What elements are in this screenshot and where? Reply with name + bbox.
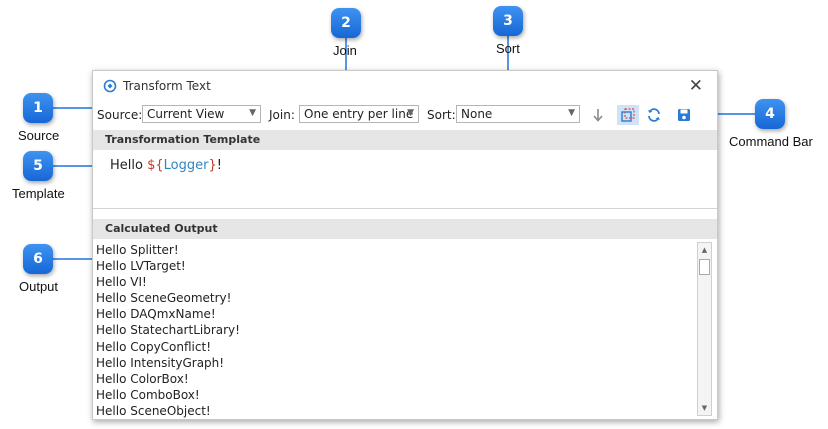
callout-3-label: Sort — [496, 41, 520, 56]
sort-label: Sort: — [427, 108, 456, 122]
output-line: Hello VI! — [96, 275, 147, 290]
output-line: Hello DAQmxName! — [96, 307, 216, 322]
select-button[interactable] — [617, 105, 639, 125]
chevron-down-icon: ▼ — [407, 108, 414, 118]
select-icon — [621, 108, 635, 122]
refresh-icon — [648, 108, 660, 122]
output-line: Hello StatechartLibrary! — [96, 323, 240, 338]
callout-6-label: Output — [19, 279, 59, 294]
callout-4-badge: 4 — [755, 99, 785, 129]
callout-2-label: Join — [333, 43, 357, 58]
output-line: Hello ComboBox! — [96, 387, 200, 402]
callout-1-badge: 1 — [23, 93, 53, 123]
output-list: Hello Splitter! Hello LVTarget! Hello VI! H… — [96, 242, 240, 419]
transform-app-icon — [103, 79, 117, 93]
template-text: Hello ${Logger}! — [110, 158, 222, 173]
sort-value: None — [461, 107, 493, 121]
template-prefix: Hello — [110, 158, 148, 173]
output-box[interactable]: Hello Splitter! Hello LVTarget! Hello VI! H… — [93, 240, 717, 419]
callout-5-label: Template — [12, 186, 65, 201]
sort-direction-icon — [593, 109, 603, 122]
save-button[interactable] — [673, 105, 695, 125]
window-title: Transform Text — [123, 79, 211, 93]
output-header: Calculated Output — [93, 219, 717, 239]
scroll-down-icon[interactable]: ▼ — [698, 401, 711, 415]
template-var-name: Logger — [163, 158, 209, 173]
refresh-button[interactable] — [643, 105, 665, 125]
callout-1-label: Source — [18, 128, 60, 143]
output-line: Hello Splitter! — [96, 243, 179, 257]
divider — [93, 208, 717, 209]
chevron-down-icon: ▼ — [249, 108, 256, 118]
sort-direction-button[interactable] — [587, 105, 609, 125]
template-var-close: } — [208, 158, 217, 173]
template-suffix: ! — [216, 158, 222, 173]
join-dropdown[interactable]: One entry per line ▼ — [299, 105, 419, 123]
save-icon — [678, 109, 690, 121]
output-line: Hello ColorBox! — [96, 371, 189, 386]
output-line: Hello SceneGeometry! — [96, 291, 232, 306]
output-line: Hello LVTarget! — [96, 259, 186, 274]
source-dropdown[interactable]: Current View ▼ — [142, 105, 261, 123]
join-label: Join: — [269, 108, 295, 122]
chevron-down-icon: ▼ — [568, 108, 575, 118]
callout-6-badge: 6 — [23, 244, 53, 274]
close-icon[interactable]: ✕ — [689, 76, 703, 96]
source-value: Current View — [147, 107, 225, 121]
callout-5-badge: 5 — [23, 151, 53, 181]
output-line: Hello CopyConflict! — [96, 339, 212, 354]
scrollbar-thumb[interactable] — [699, 259, 710, 275]
output-line: Hello SceneObject! — [96, 403, 211, 418]
output-scrollbar[interactable]: ▲ ▼ — [697, 242, 712, 416]
callout-2-badge: 2 — [331, 8, 361, 38]
transform-text-dialog: Transform Text ✕ Source: Current View ▼ … — [92, 70, 718, 420]
callout-4-label: Command Bar — [729, 134, 813, 149]
scroll-up-icon[interactable]: ▲ — [698, 243, 711, 257]
sort-dropdown[interactable]: None ▼ — [456, 105, 580, 123]
source-label: Source: — [97, 108, 143, 122]
join-value: One entry per line — [304, 107, 414, 121]
template-editor[interactable]: Hello ${Logger}! — [93, 150, 717, 207]
template-header: Transformation Template — [93, 130, 717, 150]
template-var-open: ${ — [147, 158, 164, 173]
command-bar: Source: Current View ▼ Join: One entry p… — [93, 102, 717, 128]
title-bar: Transform Text ✕ — [93, 71, 717, 101]
callout-3-badge: 3 — [493, 6, 523, 36]
output-line: Hello IntensityGraph! — [96, 355, 225, 370]
